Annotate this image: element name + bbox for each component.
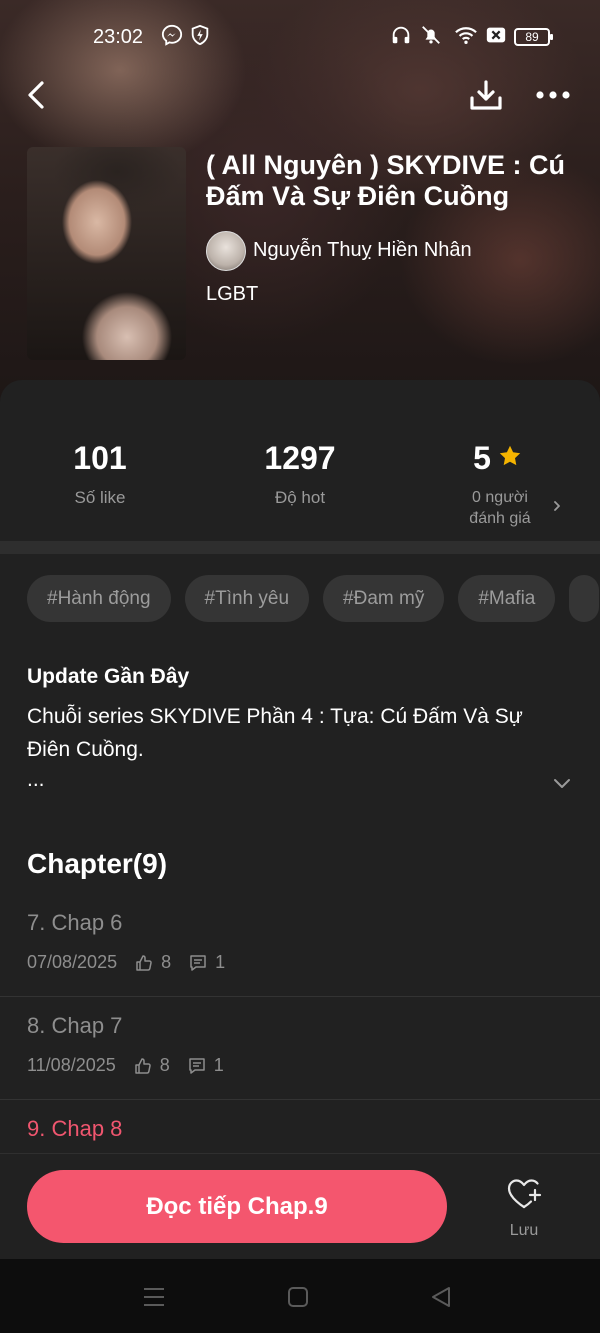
chapter-heading: Chapter(9) — [27, 848, 168, 879]
chapter-like-count: 8 — [161, 952, 172, 972]
chapter-row[interactable]: 8. Chap 7 11/08/2025 8 1 — [0, 997, 600, 1100]
likes-label: Số like — [74, 488, 126, 507]
sim-off-icon — [486, 27, 506, 43]
chapter-date: 11/08/2025 — [27, 1055, 116, 1075]
chevron-down-icon[interactable] — [551, 774, 573, 792]
rating-value[interactable]: 5 — [462, 440, 502, 477]
story-cover-image — [27, 147, 186, 360]
tag-mafia[interactable]: #Mafia — [458, 575, 556, 622]
save-label[interactable]: Lưu — [495, 1222, 553, 1240]
download-button[interactable] — [466, 75, 506, 115]
back-triangle-icon[interactable] — [428, 1284, 454, 1310]
status-time: 23:02 — [93, 26, 144, 48]
status-bar: 23:02 89 — [0, 0, 600, 76]
chapter-title: 8. Chap 7 — [27, 1013, 123, 1038]
chapter-comment-count: 1 — [215, 952, 226, 972]
more-icon — [536, 91, 570, 99]
story-genre: LGBT — [206, 283, 259, 305]
chapter-meta: 07/08/2025 8 1 — [27, 952, 225, 973]
update-description: Chuỗi series SKYDIVE Phần 4 : Tựa: Cú Đấ… — [27, 705, 523, 761]
rating-count-line2: đánh giá — [469, 510, 531, 527]
star-icon — [499, 445, 521, 466]
thumbs-up-icon — [136, 954, 152, 971]
chapter-title: 9. Chap 8 — [27, 1116, 123, 1141]
hot-count: 1297 — [264, 440, 336, 476]
comment-icon — [190, 954, 206, 971]
author-name[interactable]: Nguyễn Thuỵ Hiền Nhân — [253, 239, 472, 262]
chevron-right-icon[interactable] — [549, 496, 565, 516]
chapter-comment-count: 1 — [213, 1055, 224, 1075]
thumbs-up-icon — [135, 1057, 151, 1074]
chapter-like-count: 8 — [159, 1055, 170, 1075]
mute-icon — [422, 26, 440, 44]
chapter-title: 7. Chap 6 — [27, 910, 123, 935]
continue-reading-button[interactable]: Đọc tiếp Chap.9 — [27, 1170, 447, 1243]
download-icon — [470, 80, 502, 110]
story-title: ( All Nguyên ) SKYDIVE : Cú Đấm Và Sự Đi… — [206, 150, 566, 211]
tag-list: #Hành động #Tình yêu #Đam mỹ #Mafia — [27, 575, 600, 622]
update-ellipsis: ... — [27, 768, 45, 791]
messenger-icon — [161, 24, 183, 46]
chapter-meta: 11/08/2025 8 1 — [27, 1055, 224, 1076]
tag-dam-my[interactable]: #Đam mỹ — [323, 575, 445, 622]
comment-icon — [189, 1057, 205, 1074]
tag-hanh-dong[interactable]: #Hành động — [27, 575, 171, 622]
update-title: Update Gần Đây — [27, 665, 190, 688]
chevron-left-icon — [28, 81, 44, 109]
home-square-icon[interactable] — [285, 1284, 311, 1310]
chapter-row[interactable]: 7. Chap 6 07/08/2025 8 1 — [0, 894, 600, 997]
tag-partial[interactable] — [569, 575, 600, 622]
menu-icon[interactable] — [141, 1284, 167, 1310]
headphones-icon — [392, 26, 410, 44]
section-divider — [0, 541, 600, 554]
likes-count: 101 — [73, 440, 127, 476]
shield-icon — [191, 24, 209, 46]
rating-count-label[interactable]: 0 người đánh giá — [455, 487, 545, 529]
chapter-date: 07/08/2025 — [27, 952, 118, 972]
heart-plus-icon[interactable] — [505, 1177, 543, 1211]
battery-indicator: 89 — [514, 28, 553, 46]
wifi-icon — [455, 27, 477, 44]
more-options-button[interactable] — [533, 75, 573, 115]
author-avatar[interactable] — [206, 231, 246, 271]
hot-label: Độ hot — [274, 488, 326, 507]
rating-count-line1: 0 người — [472, 489, 528, 506]
back-button[interactable] — [17, 75, 57, 115]
tag-tinh-yeu[interactable]: #Tình yêu — [184, 575, 310, 622]
